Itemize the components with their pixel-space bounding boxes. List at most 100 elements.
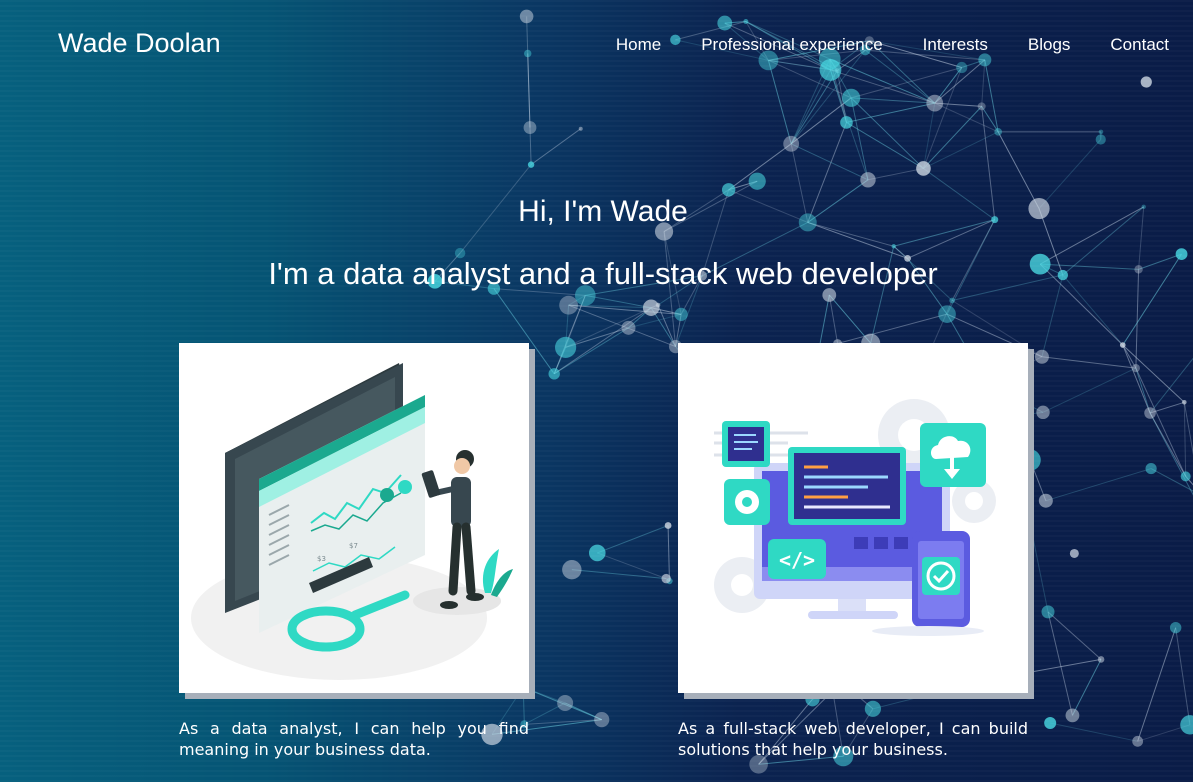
network-node xyxy=(805,692,820,707)
network-node xyxy=(916,161,931,176)
network-edge xyxy=(1047,611,1102,660)
nav-home[interactable]: Home xyxy=(616,35,661,55)
network-node xyxy=(1098,129,1104,135)
network-node xyxy=(1034,349,1049,364)
network-node xyxy=(1044,716,1057,729)
network-node xyxy=(994,128,1002,136)
network-edge xyxy=(1042,367,1137,413)
network-edge xyxy=(837,313,948,345)
network-edge xyxy=(571,569,667,580)
network-edge xyxy=(828,294,872,344)
network-node xyxy=(1119,342,1126,348)
network-edge xyxy=(1071,659,1102,716)
network-node xyxy=(674,307,688,321)
network-node xyxy=(926,94,944,112)
network-node xyxy=(555,336,577,358)
network-node xyxy=(1041,605,1055,619)
network-node xyxy=(1180,471,1191,482)
network-edge xyxy=(1045,468,1152,502)
network-node xyxy=(578,126,583,131)
network-node xyxy=(523,121,537,134)
web-developer-card: </> xyxy=(678,343,1028,693)
network-node xyxy=(594,712,610,728)
network-edge xyxy=(1135,367,1187,477)
network-edge xyxy=(597,552,667,580)
network-edge xyxy=(1149,412,1193,496)
network-edge xyxy=(767,60,792,144)
network-node xyxy=(557,695,574,712)
network-edge xyxy=(922,67,963,169)
network-edge xyxy=(1050,722,1138,742)
network-node xyxy=(1140,76,1152,88)
network-node xyxy=(1169,621,1182,634)
svg-text:$7: $7 xyxy=(349,542,358,550)
network-node xyxy=(519,9,534,24)
network-node xyxy=(1095,134,1106,145)
network-node xyxy=(588,544,606,562)
network-node xyxy=(562,559,582,580)
network-node xyxy=(621,320,636,335)
network-node xyxy=(956,61,968,74)
network-edge xyxy=(846,122,924,169)
network-node xyxy=(949,297,955,304)
network-edge xyxy=(867,167,924,181)
network-edge xyxy=(527,53,531,128)
nav-blogs[interactable]: Blogs xyxy=(1028,35,1071,55)
network-node xyxy=(548,368,560,380)
network-node xyxy=(1065,708,1080,723)
network-edge xyxy=(667,525,670,582)
network-node xyxy=(524,49,532,58)
nav-contact[interactable]: Contact xyxy=(1110,35,1169,55)
network-edge xyxy=(1122,344,1185,403)
network-edge xyxy=(864,49,936,104)
web-developer-devices-illustration: </> xyxy=(714,399,996,636)
network-edge xyxy=(981,59,986,107)
network-node xyxy=(1069,548,1079,558)
hero-tagline: I'm a data analyst and a full-stack web … xyxy=(268,256,938,291)
network-node xyxy=(840,116,853,129)
network-node xyxy=(527,161,535,168)
network-edge xyxy=(851,67,962,99)
network-node xyxy=(717,15,733,31)
network-edge xyxy=(1175,627,1191,725)
network-edge xyxy=(597,525,669,554)
network-edge xyxy=(1024,499,1049,612)
nav-interests[interactable]: Interests xyxy=(923,35,988,55)
network-node xyxy=(1132,735,1144,747)
network-node xyxy=(978,53,992,67)
network-node xyxy=(748,172,766,190)
network-edge xyxy=(524,719,602,725)
network-edge xyxy=(790,143,869,181)
network-edge xyxy=(1047,611,1073,716)
network-node xyxy=(743,19,749,25)
network-edge xyxy=(530,128,582,166)
network-node xyxy=(864,700,881,717)
network-node xyxy=(1131,363,1140,373)
network-edge xyxy=(1149,357,1193,414)
network-edge xyxy=(828,294,839,344)
network-edge xyxy=(1137,627,1177,742)
brand-logo-text[interactable]: Wade Doolan xyxy=(58,28,221,59)
network-node xyxy=(559,295,579,315)
network-edge xyxy=(790,69,831,145)
data-analyst-card: $3 $7 xyxy=(179,343,529,693)
network-node xyxy=(1145,462,1157,475)
network-node xyxy=(783,135,800,152)
network-node xyxy=(1181,399,1187,405)
network-node xyxy=(1036,405,1050,420)
network-edge xyxy=(1135,367,1151,414)
data-analyst-caption: As a data analyst, I can help you find m… xyxy=(179,719,529,759)
web-developer-caption: As a full-stack web developer, I can bui… xyxy=(678,719,1028,759)
network-edge xyxy=(1041,356,1136,369)
network-node xyxy=(1097,656,1105,663)
svg-text:</>: </> xyxy=(779,548,815,572)
network-node xyxy=(1180,715,1193,735)
network-node xyxy=(642,299,660,316)
data-analyst-dashboard-illustration: $3 $7 xyxy=(191,363,513,680)
nav-professional-experience[interactable]: Professional experience xyxy=(701,35,882,55)
network-node xyxy=(1144,407,1156,419)
network-node xyxy=(977,102,986,111)
network-node xyxy=(860,172,876,188)
network-node xyxy=(1038,493,1053,508)
network-node xyxy=(664,522,672,529)
